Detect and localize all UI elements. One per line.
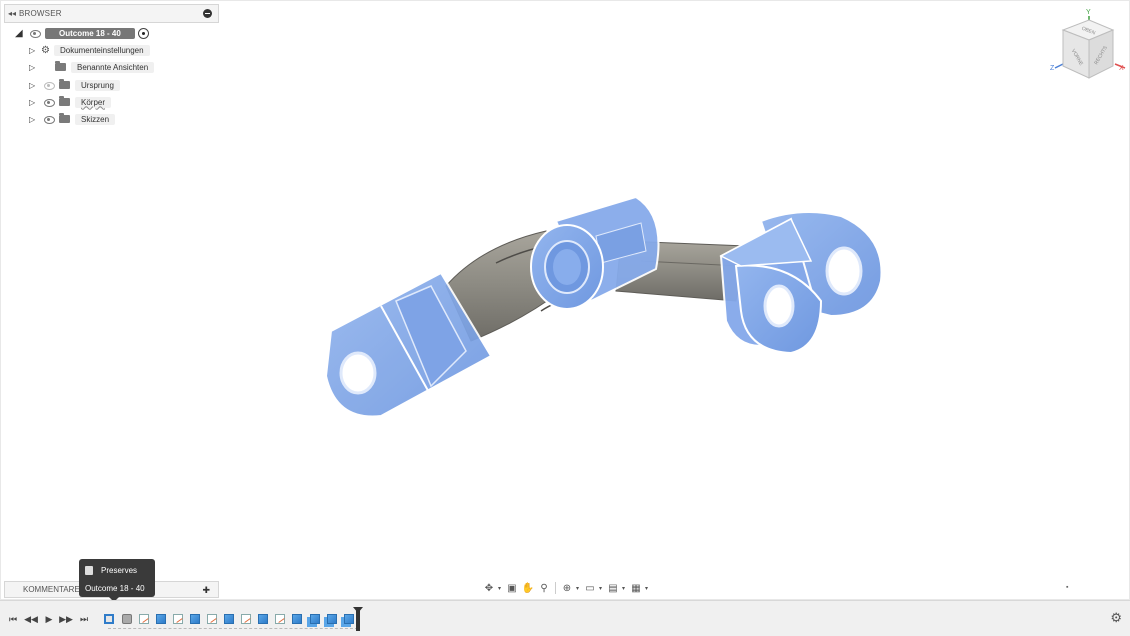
x-axis-label: X xyxy=(1119,65,1124,72)
step-back-icon[interactable]: ◀◀ xyxy=(24,612,38,626)
skip-to-start-icon[interactable]: ⏮ xyxy=(6,612,20,626)
timeline-track[interactable] xyxy=(100,607,363,631)
preserve-icon xyxy=(85,566,93,575)
marking-menu-dot-icon: ▪ xyxy=(1066,584,1069,591)
viewports-icon[interactable]: ▦ xyxy=(629,582,643,594)
timeline-settings-gear-icon[interactable]: ⚙ xyxy=(1110,610,1122,626)
chevron-down-icon[interactable]: ▾ xyxy=(599,585,604,592)
comments-title: KOMMENTARE xyxy=(23,585,80,594)
pan-icon[interactable]: ✋ xyxy=(521,582,535,594)
step-forward-icon[interactable]: ▶▶ xyxy=(59,612,73,626)
orbit-icon[interactable]: ✥ xyxy=(482,582,496,594)
timeline-feature-sketch[interactable] xyxy=(137,612,151,626)
chevron-down-icon[interactable]: ▾ xyxy=(622,585,627,592)
z-axis-label: Z xyxy=(1050,65,1055,72)
timeline-feature-extrude[interactable] xyxy=(290,612,304,626)
comments-settings-icon[interactable]: ✚ xyxy=(202,585,210,596)
timeline-bar: ⏮ ◀◀ ▶ ▶▶ ⏭ ⚙ xyxy=(0,600,1130,636)
timeline-feature-extrude[interactable] xyxy=(154,612,168,626)
timeline-marker-handle[interactable] xyxy=(353,607,363,631)
chevron-down-icon[interactable]: ▾ xyxy=(645,585,650,592)
3d-model-assembly[interactable] xyxy=(1,1,1130,601)
grid-icon[interactable]: ▤ xyxy=(606,582,620,594)
timeline-tooltip: Preserves Outcome 18 - 40 xyxy=(79,559,155,602)
y-axis-label: Y xyxy=(1086,9,1091,16)
timeline-feature-body[interactable] xyxy=(120,612,134,626)
view-cube[interactable]: OBEN VORNE RECHTS Y X Z xyxy=(1047,6,1129,86)
timeline-feature-extrude[interactable] xyxy=(188,612,202,626)
timeline-feature-sketch[interactable] xyxy=(205,612,219,626)
skip-to-end-icon[interactable]: ⏭ xyxy=(77,612,91,626)
blue-clevis-right[interactable] xyxy=(719,211,883,355)
display-settings-icon[interactable]: ▭ xyxy=(583,582,597,594)
timeline-feature-sketch[interactable] xyxy=(239,612,253,626)
timeline-feature-preserve[interactable] xyxy=(102,612,116,626)
timeline-feature-combine[interactable] xyxy=(325,612,339,626)
timeline-feature-extrude[interactable] xyxy=(222,612,236,626)
timeline-feature-sketch[interactable] xyxy=(171,612,185,626)
look-at-icon[interactable]: ▣ xyxy=(505,582,519,594)
tooltip-title: Preserves xyxy=(101,566,138,575)
tooltip-subtitle: Outcome 18 - 40 xyxy=(85,584,145,593)
canvas-viewport[interactable]: ◂◂ BROWSER ◢ Outcome 18 - 40 ▷ ⚙ Dokumen… xyxy=(0,0,1130,602)
timeline-feature-sketch[interactable] xyxy=(273,612,287,626)
fit-icon[interactable]: ⊕ xyxy=(560,582,574,594)
zoom-icon[interactable]: ⚲ xyxy=(537,582,551,594)
timeline-feature-combine[interactable] xyxy=(308,612,322,626)
timeline-feature-combine[interactable] xyxy=(342,612,356,626)
play-icon[interactable]: ▶ xyxy=(42,612,56,626)
chevron-down-icon[interactable]: ▾ xyxy=(498,585,503,592)
chevron-down-icon[interactable]: ▾ xyxy=(576,585,581,592)
timeline-feature-extrude[interactable] xyxy=(256,612,270,626)
z-axis-line xyxy=(1054,63,1064,69)
navigation-toolbar: ✥ ▾ ▣ ✋ ⚲ ⊕ ▾ ▭ ▾ ▤ ▾ ▦ ▾ xyxy=(482,580,652,596)
